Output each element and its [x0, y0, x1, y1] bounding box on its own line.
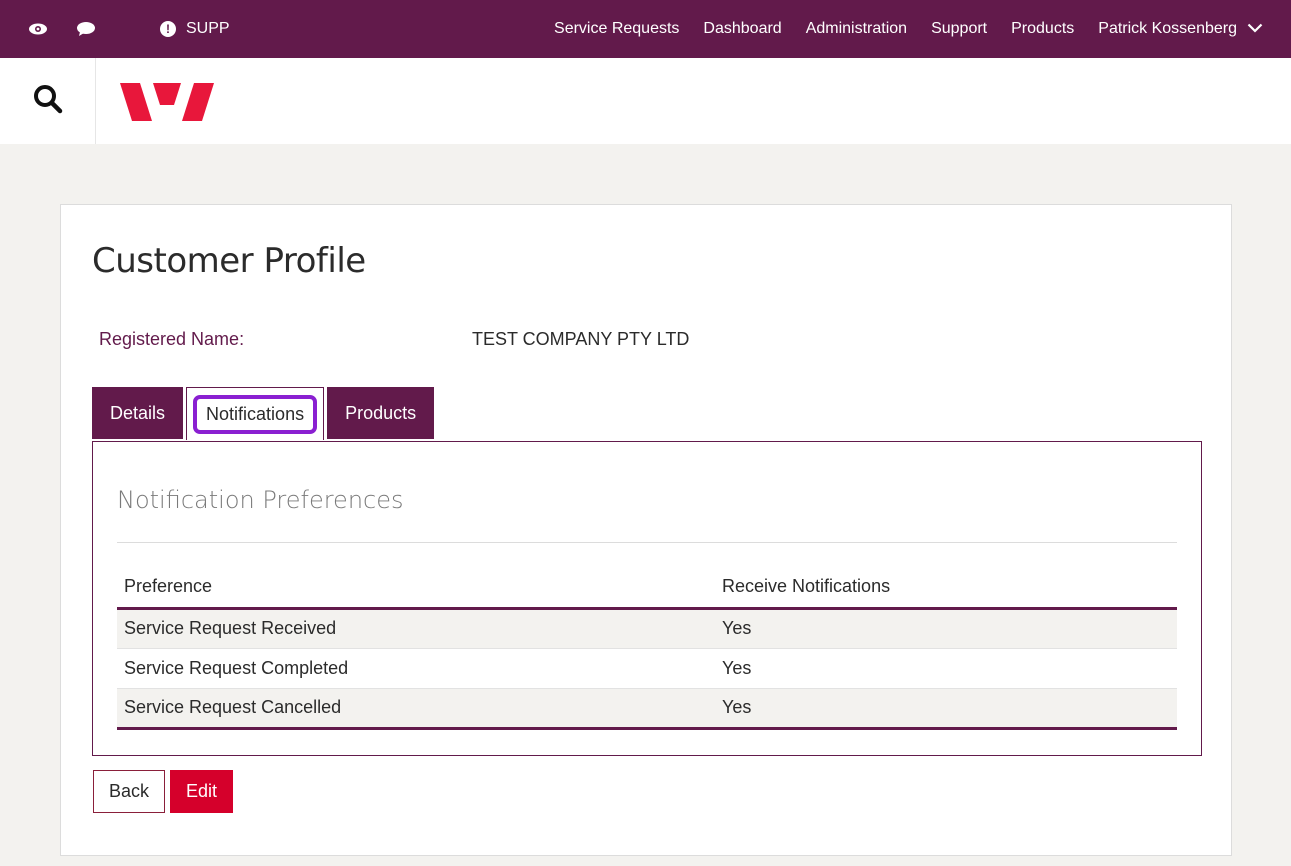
- header-bar: [0, 58, 1291, 144]
- table-row: Service Request Completed Yes: [117, 648, 1177, 689]
- chevron-down-icon: [1247, 20, 1263, 38]
- alert-indicator[interactable]: ! SUPP: [160, 18, 230, 40]
- registered-name-label: Registered Name:: [99, 329, 245, 349]
- table-header-row: Preference Receive Notifications: [117, 566, 1177, 610]
- nav-products[interactable]: Products: [1011, 20, 1074, 38]
- preference-cell: Service Request Received: [117, 608, 715, 649]
- receive-cell: Yes: [715, 688, 1177, 730]
- column-header-preference: Preference: [117, 566, 715, 610]
- nav-dashboard[interactable]: Dashboard: [703, 20, 781, 38]
- edit-button[interactable]: Edit: [170, 770, 234, 813]
- user-name: Patrick Kossenberg: [1098, 20, 1237, 37]
- preference-cell: Service Request Completed: [117, 648, 715, 689]
- user-menu[interactable]: Patrick Kossenberg: [1098, 20, 1263, 38]
- column-header-receive: Receive Notifications: [715, 566, 1177, 610]
- main-nav: Service Requests Dashboard Administratio…: [530, 0, 1263, 58]
- search-icon: [32, 83, 64, 120]
- notification-preferences-table: Preference Receive Notifications Service…: [117, 566, 1177, 730]
- tab-details[interactable]: Details: [92, 387, 184, 439]
- table-row: Service Request Cancelled Yes: [117, 688, 1177, 730]
- notifications-panel: Notification Preferences Preference Rece…: [92, 441, 1202, 756]
- section-title: Notification Preferences: [117, 486, 404, 514]
- divider: [117, 542, 1177, 543]
- receive-cell: Yes: [715, 648, 1177, 689]
- westpac-logo-icon: [120, 83, 214, 121]
- nav-administration[interactable]: Administration: [806, 20, 907, 38]
- action-buttons: Back Edit: [93, 770, 234, 813]
- receive-cell: Yes: [715, 608, 1177, 649]
- registered-name-value: TEST COMPANY PTY LTD: [472, 329, 690, 349]
- tab-label: Details: [110, 402, 166, 423]
- tab-notifications[interactable]: Notifications: [186, 387, 325, 440]
- profile-tabs: Details Notifications Products: [92, 387, 435, 440]
- tab-label: Notifications: [193, 394, 318, 434]
- alert-icon: !: [160, 21, 176, 37]
- nav-support[interactable]: Support: [931, 20, 987, 38]
- back-button[interactable]: Back: [93, 770, 166, 813]
- tab-products[interactable]: Products: [327, 387, 435, 439]
- table-row: Service Request Received Yes: [117, 608, 1177, 649]
- preference-cell: Service Request Cancelled: [117, 688, 715, 730]
- top-nav-bar: ! SUPP Service Requests Dashboard Admini…: [0, 0, 1291, 58]
- nav-service-requests[interactable]: Service Requests: [554, 20, 679, 38]
- chat-icon[interactable]: [75, 18, 97, 40]
- alert-label: SUPP: [186, 20, 230, 37]
- customer-profile-card: Customer Profile Registered Name: TEST C…: [60, 204, 1232, 856]
- page-title: Customer Profile: [92, 241, 366, 281]
- tab-label: Products: [345, 402, 417, 423]
- search-button[interactable]: [0, 58, 96, 144]
- eye-icon[interactable]: [27, 18, 49, 40]
